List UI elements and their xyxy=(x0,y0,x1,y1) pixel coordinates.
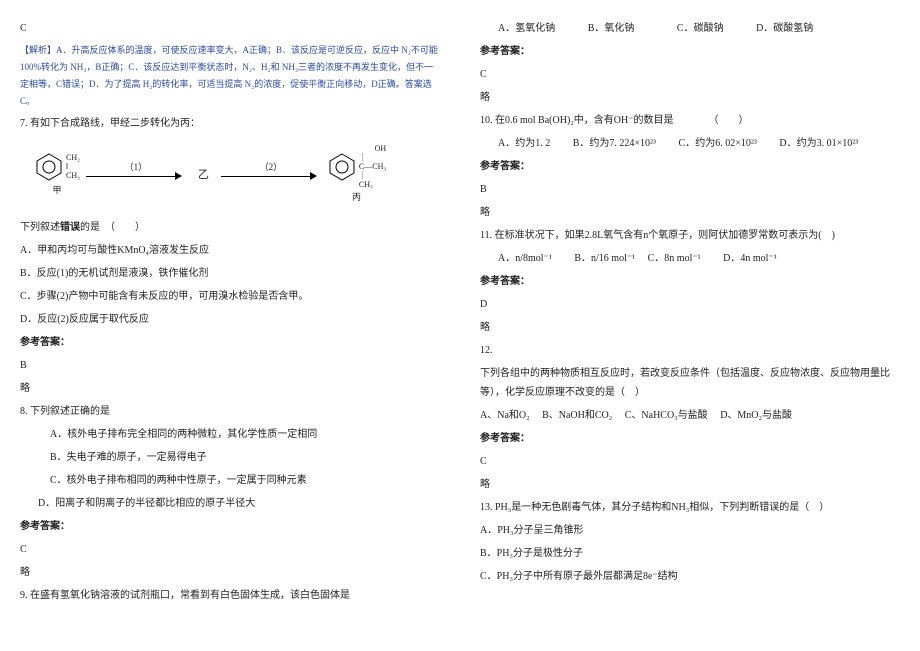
q8-option-b: B．失电子难的原子，一定易得电子 xyxy=(20,448,440,467)
q12-stem: 下列各组中的两种物质相互反应时，若改变反应条件（包括温度、反应物浓度、反应物用量… xyxy=(480,364,900,402)
answer-label: 参考答案： xyxy=(480,429,900,448)
q11-option-c: C．8n mol⁻¹ xyxy=(648,253,701,264)
q12-option-b: B、NaOH和CO₂ xyxy=(542,410,612,421)
omit: 略 xyxy=(480,203,900,222)
q9-option-a: A．氢氧化钠 xyxy=(498,23,555,34)
q7-option-d: D．反应(2)反应属于取代反应 xyxy=(20,310,440,329)
q10-options: A．约为1. 2 B．约为7. 224×10²³ C．约为6. 02×10²³ … xyxy=(480,134,900,153)
q10-option-a: A．约为1. 2 xyxy=(498,138,550,149)
q11-stem: 11. 在标准状况下，如果2.8L氧气含有n个氧原子，则阿伏加德罗常数可表示为(… xyxy=(480,226,900,245)
arrow-step2-icon: （2） xyxy=(221,169,321,183)
page: C 【解析】A．升高反应体系的温度，可使反应速率变大，A正确；B．该反应是可逆反… xyxy=(20,15,900,609)
q8-option-a: A．核外电子排布完全相同的两种微粒，其化学性质一定相同 xyxy=(20,425,440,444)
q13-stem: 13. PH₃是一种无色剧毒气体，其分子结构和NH₃相似，下列判断错误的是（ ） xyxy=(480,498,900,517)
q13-option-a: A．PH₃分子呈三角锥形 xyxy=(480,521,900,540)
answer-label: 参考答案： xyxy=(480,42,900,61)
q11-answer: D xyxy=(480,295,900,314)
q13-option-b: B．PH₃分子是极性分子 xyxy=(480,544,900,563)
q8-option-c: C．核外电子排布相同的两种中性原子，一定属于同种元素 xyxy=(20,471,440,490)
q7-option-c: C．步骤(2)产物中可能含有未反应的甲，可用溴水检验是否含甲。 xyxy=(20,287,440,306)
sub-ch2: CH₂ xyxy=(66,154,80,163)
reactant-jia: CH₂ ‖ CH₃ 甲 xyxy=(34,152,80,199)
omit: 略 xyxy=(480,475,900,494)
product-bing: OH ｜ C—CH₃ ｜ CH₃ 丙 xyxy=(327,145,386,206)
q9-option-b: B．氧化钠 xyxy=(588,23,635,34)
q8-option-d: D．阳离子和阴离子的半径都比相应的原子半径大 xyxy=(20,494,440,513)
q9-options: A．氢氧化钠 B．氧化钠 C．碳酸钠 D．碳酸氢钠 xyxy=(480,19,900,38)
analysis-text: 【解析】A．升高反应体系的温度，可使反应速率变大，A正确；B．该反应是可逆反应，… xyxy=(20,42,440,110)
q7-option-b: B．反应(1)的无机试剂是液溴，铁作催化剂 xyxy=(20,264,440,283)
q11-option-a: A．n/8mol⁻¹ xyxy=(498,253,552,264)
q10-option-d: D．约为3. 01×10²³ xyxy=(779,138,858,149)
q9-option-d: D．碳酸氢钠 xyxy=(756,23,813,34)
q13-option-c: C．PH₃分子中所有原子最外层都满足8e⁻结构 xyxy=(480,567,900,586)
answer-label: 参考答案： xyxy=(20,333,440,352)
q8-stem: 8. 下列叙述正确的是 xyxy=(20,402,440,421)
q11-options: A．n/8mol⁻¹ B．n/16 mol⁻¹ C．8n mol⁻¹ D．4n … xyxy=(480,249,900,268)
q9-option-c: C．碳酸钠 xyxy=(677,23,724,34)
left-column: C 【解析】A．升高反应体系的温度，可使反应速率变大，A正确；B．该反应是可逆反… xyxy=(20,15,440,609)
q10-option-b: B．约为7. 224×10²³ xyxy=(573,138,656,149)
label-jia: 甲 xyxy=(34,182,80,199)
q12-option-a: A、Na和O₂ xyxy=(480,410,530,421)
q12-option-d: D、MnO₂与盐酸 xyxy=(720,410,792,421)
q12-answer: C xyxy=(480,452,900,471)
answer-label: 参考答案： xyxy=(480,157,900,176)
benzene-icon xyxy=(327,152,357,182)
omit: 略 xyxy=(480,88,900,107)
q12-option-c: C、NaHCO₃与盐酸 xyxy=(625,410,708,421)
q11-option-d: D．4n mol⁻¹ xyxy=(723,253,777,264)
benzene-icon xyxy=(34,152,64,182)
q10-answer: B xyxy=(480,180,900,199)
q7-hint: 下列叙述错误的是 （ ） xyxy=(20,218,440,237)
prod-ch3: CH₃ xyxy=(359,181,386,190)
q9-stem: 9. 在盛有氢氧化钠溶液的试剂瓶口，常看到有白色固体生成，该白色固体是 xyxy=(20,586,440,605)
q11-option-b: B．n/16 mol⁻¹ xyxy=(574,253,635,264)
q7-stem: 7. 有如下合成路线，甲经二步转化为丙： xyxy=(20,114,440,133)
omit: 略 xyxy=(20,563,440,582)
q10-stem: 10. 在0.6 mol Ba(OH)₂中，含有OH⁻的数目是 （ ） xyxy=(480,111,900,130)
q7-answer: B xyxy=(20,356,440,375)
q12-num: 12. xyxy=(480,341,900,360)
omit: 略 xyxy=(480,318,900,337)
arrow-step1-icon: （1） xyxy=(86,169,186,183)
synthesis-diagram: CH₂ ‖ CH₃ 甲 （1） 乙 （2） OH ｜ C—CH₃ ｜ xyxy=(20,137,440,214)
intermediate-yi: 乙 xyxy=(192,165,215,186)
q10-option-c: C．约为6. 02×10²³ xyxy=(679,138,757,149)
answer-label: 参考答案： xyxy=(480,272,900,291)
right-column: A．氢氧化钠 B．氧化钠 C．碳酸钠 D．碳酸氢钠 参考答案： C 略 10. … xyxy=(480,15,900,609)
label-bing: 丙 xyxy=(327,189,386,206)
q9-answer: C xyxy=(480,65,900,84)
q7-option-a: A．甲和丙均可与酸性KMnO₄溶液发生反应 xyxy=(20,241,440,260)
answer-label: 参考答案： xyxy=(20,517,440,536)
q12-options: A、Na和O₂ B、NaOH和CO₂ C、NaHCO₃与盐酸 D、MnO₂与盐酸 xyxy=(480,406,900,425)
answer-letter: C xyxy=(20,19,440,38)
sub-ch3: CH₃ xyxy=(66,172,80,181)
q8-answer: C xyxy=(20,540,440,559)
omit: 略 xyxy=(20,379,440,398)
